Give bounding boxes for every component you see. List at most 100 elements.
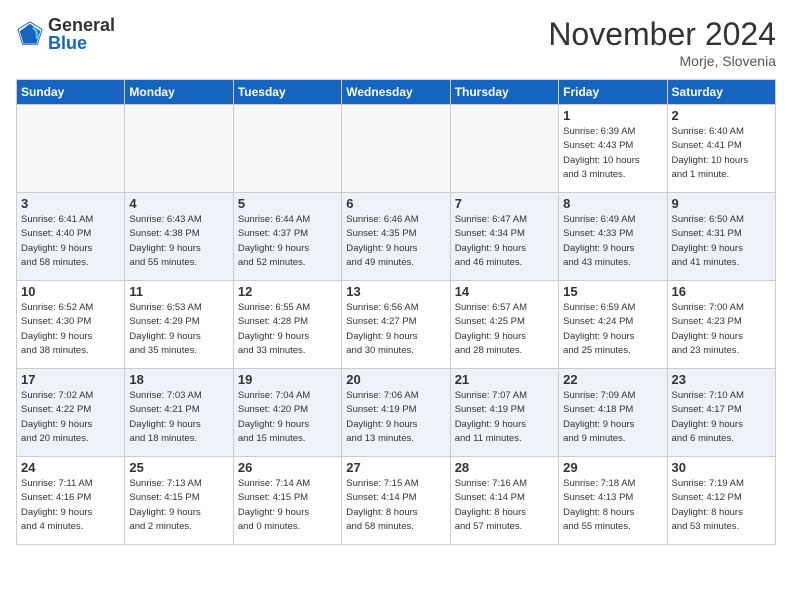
calendar-cell: 1 Sunrise: 6:39 AMSunset: 4:43 PMDaylight… bbox=[559, 105, 667, 193]
day-number: 5 bbox=[238, 196, 337, 211]
week-row-1: 1 Sunrise: 6:39 AMSunset: 4:43 PMDaylight… bbox=[17, 105, 776, 193]
day-number: 23 bbox=[672, 372, 771, 387]
calendar-cell: 17Sunrise: 7:02 AMSunset: 4:22 PMDayligh… bbox=[17, 369, 125, 457]
calendar-cell: 13 Sunrise: 6:56 AMSunset: 4:27 PMDayligh… bbox=[342, 281, 450, 369]
calendar-cell: 11Sunrise: 6:53 AMSunset: 4:29 PMDayligh… bbox=[125, 281, 233, 369]
day-info: Sunrise: 6:39 AMSunset: 4:43 PMDaylight:… bbox=[563, 125, 662, 182]
day-number: 4 bbox=[129, 196, 228, 211]
day-info: Sunrise: 7:07 AMSunset: 4:19 PMDaylight:… bbox=[455, 389, 554, 446]
day-number: 14 bbox=[455, 284, 554, 299]
day-number: 13 bbox=[346, 284, 445, 299]
logo: General Blue bbox=[16, 16, 115, 52]
calendar-cell: 25 Sunrise: 7:13 AMSunset: 4:15 PMDayligh… bbox=[125, 457, 233, 545]
day-number: 2 bbox=[672, 108, 771, 123]
week-row-2: 3 Sunrise: 6:41 AMSunset: 4:40 PMDaylight… bbox=[17, 193, 776, 281]
day-info: Sunrise: 6:49 AMSunset: 4:33 PMDaylight:… bbox=[563, 213, 662, 270]
calendar-cell: 29 Sunrise: 7:18 AMSunset: 4:13 PMDayligh… bbox=[559, 457, 667, 545]
day-info: Sunrise: 7:18 AMSunset: 4:13 PMDaylight:… bbox=[563, 477, 662, 534]
day-number: 20 bbox=[346, 372, 445, 387]
day-number: 3 bbox=[21, 196, 120, 211]
day-info: Sunrise: 6:57 AMSunset: 4:25 PMDaylight:… bbox=[455, 301, 554, 358]
calendar-header-thursday: Thursday bbox=[450, 80, 558, 105]
calendar-cell: 2 Sunrise: 6:40 AMSunset: 4:41 PMDaylight… bbox=[667, 105, 775, 193]
calendar-cell: 24Sunrise: 7:11 AMSunset: 4:16 PMDayligh… bbox=[17, 457, 125, 545]
day-number: 8 bbox=[563, 196, 662, 211]
day-info: Sunrise: 7:19 AMSunset: 4:12 PMDaylight:… bbox=[672, 477, 771, 534]
calendar-cell: 21 Sunrise: 7:07 AMSunset: 4:19 PMDayligh… bbox=[450, 369, 558, 457]
day-number: 26 bbox=[238, 460, 337, 475]
logo-text: General Blue bbox=[48, 16, 115, 52]
day-info: Sunrise: 6:41 AMSunset: 4:40 PMDaylight:… bbox=[21, 213, 120, 270]
day-number: 22 bbox=[563, 372, 662, 387]
calendar-cell: 6 Sunrise: 6:46 AMSunset: 4:35 PMDaylight… bbox=[342, 193, 450, 281]
day-number: 21 bbox=[455, 372, 554, 387]
calendar-header-wednesday: Wednesday bbox=[342, 80, 450, 105]
day-number: 12 bbox=[238, 284, 337, 299]
day-info: Sunrise: 6:44 AMSunset: 4:37 PMDaylight:… bbox=[238, 213, 337, 270]
logo-general: General bbox=[48, 16, 115, 34]
calendar-header-row: SundayMondayTuesdayWednesdayThursdayFrid… bbox=[17, 80, 776, 105]
calendar-cell bbox=[125, 105, 233, 193]
day-info: Sunrise: 6:59 AMSunset: 4:24 PMDaylight:… bbox=[563, 301, 662, 358]
calendar-header-sunday: Sunday bbox=[17, 80, 125, 105]
day-info: Sunrise: 7:13 AMSunset: 4:15 PMDaylight:… bbox=[129, 477, 228, 534]
calendar-cell: 15 Sunrise: 6:59 AMSunset: 4:24 PMDayligh… bbox=[559, 281, 667, 369]
calendar-header-saturday: Saturday bbox=[667, 80, 775, 105]
day-info: Sunrise: 7:06 AMSunset: 4:19 PMDaylight:… bbox=[346, 389, 445, 446]
week-row-4: 17Sunrise: 7:02 AMSunset: 4:22 PMDayligh… bbox=[17, 369, 776, 457]
day-info: Sunrise: 6:50 AMSunset: 4:31 PMDaylight:… bbox=[672, 213, 771, 270]
day-info: Sunrise: 6:47 AMSunset: 4:34 PMDaylight:… bbox=[455, 213, 554, 270]
day-number: 10 bbox=[21, 284, 120, 299]
day-number: 18 bbox=[129, 372, 228, 387]
day-info: Sunrise: 6:43 AMSunset: 4:38 PMDaylight:… bbox=[129, 213, 228, 270]
day-number: 15 bbox=[563, 284, 662, 299]
header: General Blue November 2024 Morje, Sloven… bbox=[16, 16, 776, 69]
calendar-header-tuesday: Tuesday bbox=[233, 80, 341, 105]
day-number: 19 bbox=[238, 372, 337, 387]
day-number: 28 bbox=[455, 460, 554, 475]
day-number: 30 bbox=[672, 460, 771, 475]
calendar-cell bbox=[233, 105, 341, 193]
day-info: Sunrise: 6:52 AMSunset: 4:30 PMDaylight:… bbox=[21, 301, 120, 358]
week-row-5: 24Sunrise: 7:11 AMSunset: 4:16 PMDayligh… bbox=[17, 457, 776, 545]
day-info: Sunrise: 7:04 AMSunset: 4:20 PMDaylight:… bbox=[238, 389, 337, 446]
day-info: Sunrise: 7:11 AMSunset: 4:16 PMDaylight:… bbox=[21, 477, 120, 534]
day-info: Sunrise: 7:02 AMSunset: 4:22 PMDaylight:… bbox=[21, 389, 120, 446]
day-info: Sunrise: 6:53 AMSunset: 4:29 PMDaylight:… bbox=[129, 301, 228, 358]
month-title: November 2024 bbox=[548, 16, 776, 53]
calendar-cell: 26 Sunrise: 7:14 AMSunset: 4:15 PMDayligh… bbox=[233, 457, 341, 545]
day-number: 25 bbox=[129, 460, 228, 475]
calendar-cell: 19 Sunrise: 7:04 AMSunset: 4:20 PMDayligh… bbox=[233, 369, 341, 457]
calendar: SundayMondayTuesdayWednesdayThursdayFrid… bbox=[16, 79, 776, 545]
logo-blue: Blue bbox=[48, 34, 115, 52]
day-info: Sunrise: 6:56 AMSunset: 4:27 PMDaylight:… bbox=[346, 301, 445, 358]
day-info: Sunrise: 6:46 AMSunset: 4:35 PMDaylight:… bbox=[346, 213, 445, 270]
calendar-cell bbox=[342, 105, 450, 193]
day-info: Sunrise: 7:09 AMSunset: 4:18 PMDaylight:… bbox=[563, 389, 662, 446]
day-info: Sunrise: 7:14 AMSunset: 4:15 PMDaylight:… bbox=[238, 477, 337, 534]
day-info: Sunrise: 7:03 AMSunset: 4:21 PMDaylight:… bbox=[129, 389, 228, 446]
day-info: Sunrise: 7:00 AMSunset: 4:23 PMDaylight:… bbox=[672, 301, 771, 358]
location: Morje, Slovenia bbox=[548, 53, 776, 69]
week-row-3: 10 Sunrise: 6:52 AMSunset: 4:30 PMDayligh… bbox=[17, 281, 776, 369]
calendar-cell bbox=[17, 105, 125, 193]
day-number: 1 bbox=[563, 108, 662, 123]
page: General Blue November 2024 Morje, Sloven… bbox=[0, 0, 792, 553]
day-number: 9 bbox=[672, 196, 771, 211]
day-info: Sunrise: 6:40 AMSunset: 4:41 PMDaylight:… bbox=[672, 125, 771, 182]
calendar-cell: 8 Sunrise: 6:49 AMSunset: 4:33 PMDaylight… bbox=[559, 193, 667, 281]
calendar-cell: 18 Sunrise: 7:03 AMSunset: 4:21 PMDayligh… bbox=[125, 369, 233, 457]
calendar-cell: 28Sunrise: 7:16 AMSunset: 4:14 PMDayligh… bbox=[450, 457, 558, 545]
title-block: November 2024 Morje, Slovenia bbox=[548, 16, 776, 69]
calendar-cell: 16Sunrise: 7:00 AMSunset: 4:23 PMDayligh… bbox=[667, 281, 775, 369]
calendar-cell: 9 Sunrise: 6:50 AMSunset: 4:31 PMDaylight… bbox=[667, 193, 775, 281]
calendar-cell: 14 Sunrise: 6:57 AMSunset: 4:25 PMDayligh… bbox=[450, 281, 558, 369]
day-number: 6 bbox=[346, 196, 445, 211]
calendar-cell: 3 Sunrise: 6:41 AMSunset: 4:40 PMDaylight… bbox=[17, 193, 125, 281]
day-info: Sunrise: 6:55 AMSunset: 4:28 PMDaylight:… bbox=[238, 301, 337, 358]
calendar-cell: 22 Sunrise: 7:09 AMSunset: 4:18 PMDayligh… bbox=[559, 369, 667, 457]
calendar-cell: 20 Sunrise: 7:06 AMSunset: 4:19 PMDayligh… bbox=[342, 369, 450, 457]
day-number: 29 bbox=[563, 460, 662, 475]
calendar-cell: 10 Sunrise: 6:52 AMSunset: 4:30 PMDayligh… bbox=[17, 281, 125, 369]
day-info: Sunrise: 7:10 AMSunset: 4:17 PMDaylight:… bbox=[672, 389, 771, 446]
